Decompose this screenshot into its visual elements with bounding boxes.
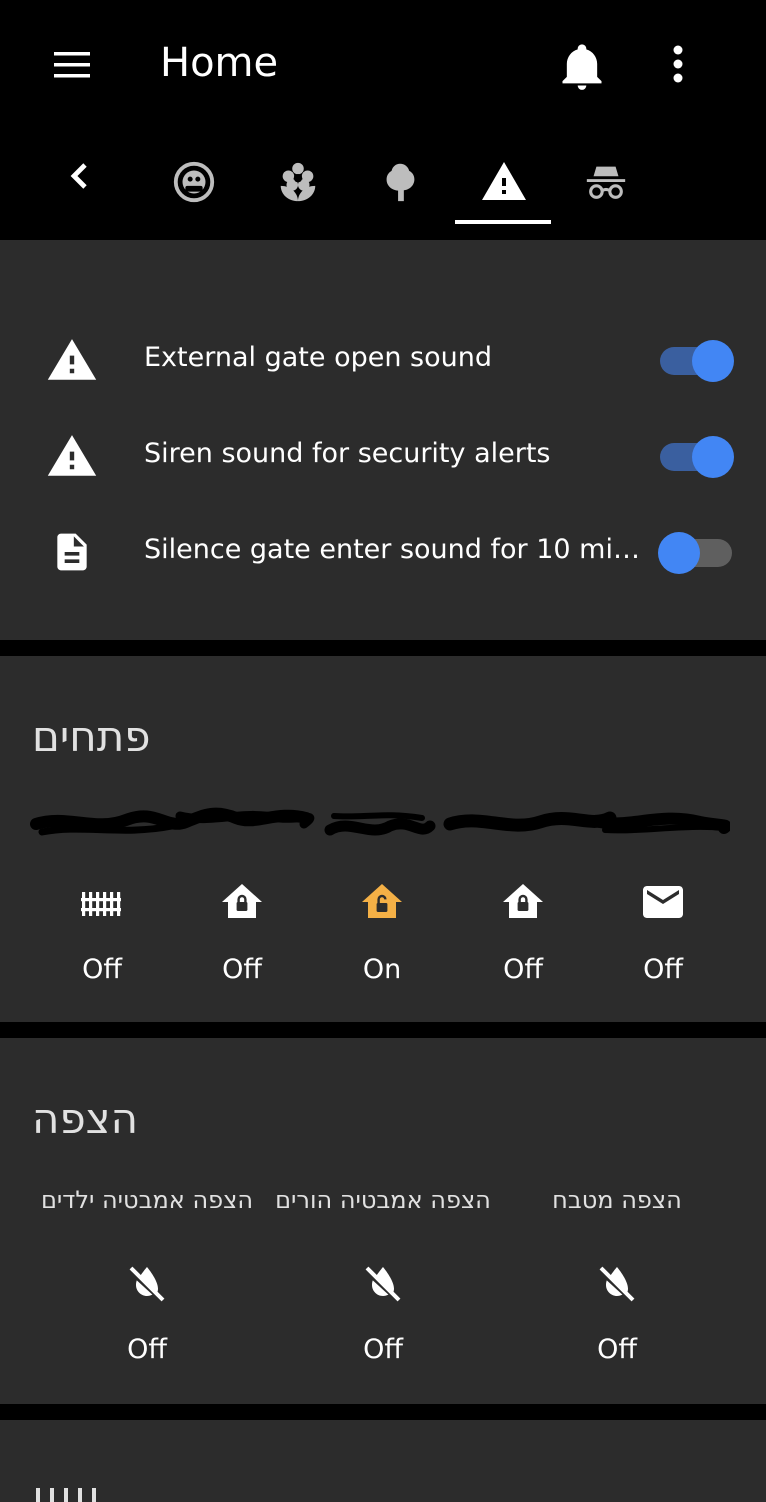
tab-yard[interactable] xyxy=(350,140,450,224)
menu-icon[interactable] xyxy=(48,44,96,88)
gate-icon xyxy=(78,878,126,926)
tree-icon xyxy=(386,163,415,202)
tab-garden[interactable] xyxy=(248,140,348,224)
incognito-icon xyxy=(586,166,626,199)
home-lock-icon xyxy=(218,878,266,926)
entity-tile[interactable]: Off xyxy=(453,866,593,996)
doors-card: פתחים Off Off On Off Off xyxy=(0,656,766,1022)
chevron-left-icon[interactable] xyxy=(56,152,104,200)
entity-state: On xyxy=(362,954,402,985)
switches-card: External gate open sound Siren sound for… xyxy=(0,240,766,640)
toggle-switch[interactable] xyxy=(658,436,736,478)
card-title: פתחים xyxy=(32,712,151,761)
entity-name: הצפה אמבטיה הורים xyxy=(275,1186,491,1214)
toggle-switch[interactable] xyxy=(658,532,736,574)
active-tab-indicator xyxy=(455,220,551,224)
alert-icon xyxy=(44,338,100,382)
switch-row[interactable]: Siren sound for security alerts xyxy=(0,416,766,496)
bell-icon[interactable] xyxy=(556,40,608,92)
entity-tile[interactable]: Off xyxy=(32,866,172,996)
entity-name: הצפה מטבח xyxy=(552,1186,682,1214)
switch-row[interactable]: Silence gate enter sound for 10 minutes xyxy=(0,512,766,592)
entity-tile[interactable]: הצפה אמבטיה ילדים Off xyxy=(32,1186,262,1376)
more-vertical-icon[interactable] xyxy=(658,40,698,92)
card-title: הצפה xyxy=(32,1094,139,1143)
entity-state: Off xyxy=(643,954,683,985)
email-icon xyxy=(639,878,687,926)
view-tab-bar xyxy=(0,132,766,240)
flower-icon xyxy=(280,162,316,202)
switch-label: Silence gate enter sound for 10 minutes xyxy=(144,534,640,565)
entity-tile[interactable]: On xyxy=(312,866,452,996)
home-lock-icon xyxy=(499,878,547,926)
card-title-partial xyxy=(36,1488,96,1502)
tab-robot-vacuum[interactable] xyxy=(144,140,244,224)
toggle-switch[interactable] xyxy=(658,340,736,382)
entity-state: Off xyxy=(503,954,543,985)
page-title: Home xyxy=(160,40,279,86)
switch-label: External gate open sound xyxy=(144,342,492,373)
robot-vacuum-icon xyxy=(173,161,215,203)
entity-tile[interactable]: Off xyxy=(593,866,733,996)
entity-name: הצפה אמבטיה ילדים xyxy=(40,1186,254,1214)
flood-card: הצפה הצפה אמבטיה ילדים Off הצפה אמבטיה ה… xyxy=(0,1038,766,1404)
entity-state: Off xyxy=(222,954,262,985)
water-off-icon xyxy=(359,1260,407,1308)
entity-state: Off xyxy=(82,954,122,985)
home-lock-open-icon xyxy=(358,878,406,926)
toggle-knob xyxy=(692,340,734,382)
next-card xyxy=(0,1420,766,1502)
entity-tile[interactable]: הצפה מטבח Off xyxy=(502,1186,732,1376)
entity-state: Off xyxy=(597,1334,637,1365)
entity-state: Off xyxy=(363,1334,403,1365)
alert-icon xyxy=(44,434,100,478)
water-off-icon xyxy=(593,1260,641,1308)
toggle-knob xyxy=(692,436,734,478)
redacted-names xyxy=(30,807,730,836)
tab-incognito[interactable] xyxy=(556,140,656,224)
switch-row[interactable]: External gate open sound xyxy=(0,320,766,400)
tab-alerts[interactable] xyxy=(454,140,554,224)
water-off-icon xyxy=(123,1260,171,1308)
alert-icon xyxy=(482,162,526,200)
app-bar: Home xyxy=(0,0,766,132)
entity-state: Off xyxy=(127,1334,167,1365)
file-document-icon xyxy=(44,530,100,574)
entity-tile[interactable]: הצפה אמבטיה הורים Off xyxy=(268,1186,498,1376)
toggle-knob xyxy=(658,532,700,574)
switch-label: Siren sound for security alerts xyxy=(144,438,551,469)
entity-tile[interactable]: Off xyxy=(172,866,312,996)
